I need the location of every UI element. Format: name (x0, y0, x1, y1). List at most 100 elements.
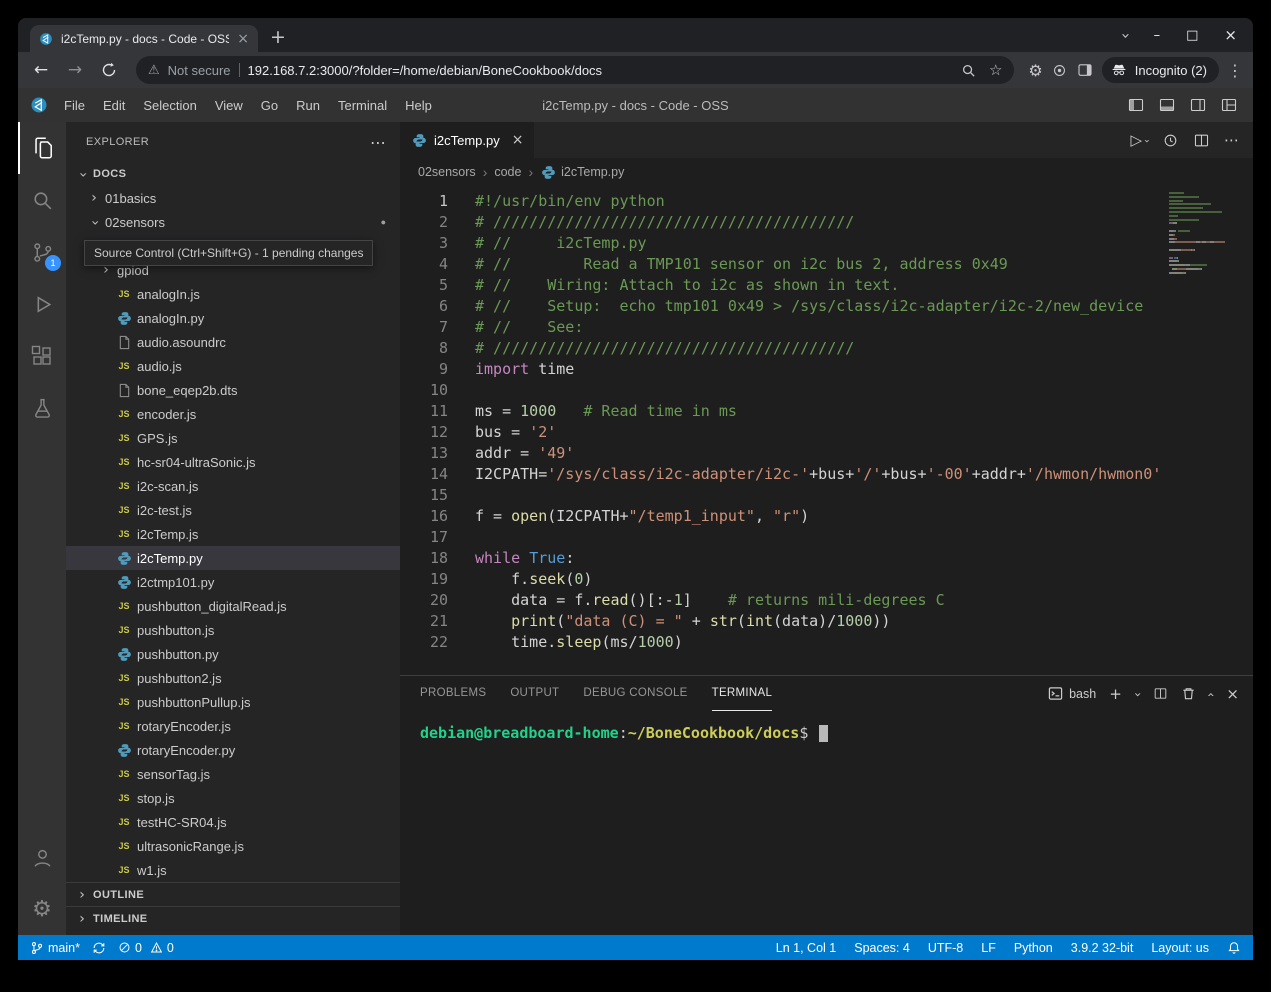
section-outline[interactable]: › OUTLINE (66, 882, 400, 906)
folder-01basics[interactable]: › 01basics (66, 186, 400, 210)
menu-run[interactable]: Run (287, 98, 329, 113)
file-rotaryencoder-py[interactable]: rotaryEncoder.py (66, 738, 400, 762)
reload-icon[interactable] (96, 62, 122, 78)
not-secure-label[interactable]: Not secure (168, 63, 231, 78)
editor-more-actions-icon[interactable]: ⋯ (1224, 131, 1239, 149)
file-i2ctemp-py[interactable]: i2cTemp.py (66, 546, 400, 570)
code-line[interactable]: ms = 1000 # Read time in ms (475, 401, 1165, 422)
minimize-icon[interactable]: – (1154, 28, 1161, 43)
file-pushbutton-py[interactable]: pushbutton.py (66, 642, 400, 666)
panel-tab-terminal[interactable]: TERMINAL (711, 676, 773, 711)
file-audio-asoundrc[interactable]: audio.asoundrc (66, 330, 400, 354)
code-line[interactable]: # // Read a TMP101 sensor on i2c bus 2, … (475, 254, 1165, 275)
close-panel-icon[interactable]: × (1226, 685, 1239, 703)
code-line[interactable]: # // i2cTemp.py (475, 233, 1165, 254)
menu-go[interactable]: Go (252, 98, 287, 113)
browser-extension-icon-2[interactable] (1051, 62, 1068, 79)
bookmark-star-icon[interactable]: ☆ (989, 61, 1002, 79)
status-language[interactable]: Python (1014, 941, 1053, 955)
activity-source-control[interactable]: 1 (18, 226, 66, 278)
side-panel-icon[interactable] (1076, 61, 1094, 79)
file-i2ctemp-js[interactable]: JS i2cTemp.js (66, 522, 400, 546)
maximize-icon[interactable]: □ (1186, 28, 1198, 43)
status-indentation[interactable]: Spaces: 4 (854, 941, 910, 955)
zoom-icon[interactable] (961, 63, 976, 78)
url-text[interactable]: 192.168.7.2:3000/?folder=/home/debian/Bo… (248, 63, 953, 78)
code-line[interactable]: # // Wiring: Attach to i2c as shown in t… (475, 275, 1165, 296)
window-close-icon[interactable]: × (1224, 26, 1237, 44)
minimap[interactable] (1165, 186, 1253, 675)
timeline-history-icon[interactable] (1162, 132, 1179, 149)
toggle-secondary-sidebar-icon[interactable] (1190, 97, 1206, 113)
kill-terminal-icon[interactable] (1181, 686, 1196, 701)
code-line[interactable]: # // See: (475, 317, 1165, 338)
terminal-shell-selector[interactable]: bash (1048, 686, 1096, 701)
file-ultrasonicrange-js[interactable]: JS ultrasonicRange.js (66, 834, 400, 858)
terminal[interactable]: debian@breadboard-home:~/BoneCookbook/do… (400, 711, 1253, 935)
menu-file[interactable]: File (55, 98, 94, 113)
incognito-badge[interactable]: Incognito (2) (1101, 57, 1219, 83)
status-keyboard-layout[interactable]: Layout: us (1151, 941, 1209, 955)
menu-terminal[interactable]: Terminal (329, 98, 396, 113)
back-icon[interactable]: ← (28, 60, 54, 80)
menu-view[interactable]: View (206, 98, 252, 113)
file-i2c-scan-js[interactable]: JS i2c-scan.js (66, 474, 400, 498)
code-line[interactable]: f = open(I2CPATH+"/temp1_input", "r") (475, 506, 1165, 527)
explorer-more-actions-icon[interactable]: ⋯ (370, 133, 386, 152)
new-tab-button[interactable]: + (270, 28, 286, 47)
file-bone-eqep2b-dts[interactable]: bone_eqep2b.dts (66, 378, 400, 402)
split-terminal-icon[interactable] (1153, 686, 1168, 701)
forward-icon[interactable]: → (62, 60, 88, 80)
toggle-panel-icon[interactable] (1159, 97, 1175, 113)
status-problems[interactable]: 0 0 (118, 941, 174, 955)
code-line[interactable] (475, 485, 1165, 506)
editor-tab-close-icon[interactable]: × (512, 132, 524, 148)
browser-tab[interactable]: i2cTemp.py - docs - Code - OSS × (30, 25, 258, 52)
editor-tab-i2ctemp-py[interactable]: i2cTemp.py × (400, 122, 535, 158)
activity-extensions[interactable] (18, 330, 66, 382)
breadcrumb-item-i2ctemp-py[interactable]: i2cTemp.py (540, 165, 624, 180)
folder-02sensors[interactable]: › 02sensors ● (66, 210, 400, 234)
file-i2ctmp101-py[interactable]: i2ctmp101.py (66, 570, 400, 594)
file-analogin-js[interactable]: JS analogIn.js (66, 282, 400, 306)
status-cursor-position[interactable]: Ln 1, Col 1 (776, 941, 836, 955)
file-stop-js[interactable]: JS stop.js (66, 786, 400, 810)
customize-layout-icon[interactable] (1221, 97, 1237, 113)
activity-search[interactable] (18, 174, 66, 226)
code-line[interactable]: I2CPATH='/sys/class/i2c-adapter/i2c-'+bu… (475, 464, 1165, 485)
maximize-panel-icon[interactable]: › (1203, 692, 1217, 697)
panel-tab-output[interactable]: OUTPUT (510, 676, 559, 711)
file-testhc-sr04-js[interactable]: JS testHC-SR04.js (66, 810, 400, 834)
code-line[interactable] (475, 380, 1165, 401)
file-pushbutton-digitalread-js[interactable]: JS pushbutton_digitalRead.js (66, 594, 400, 618)
code-line[interactable]: # //////////////////////////////////////… (475, 212, 1165, 233)
code-editor[interactable]: 1 2 3 4 5 6 7 8 9 10 11 12 13 14 15 16 17 18 19 20 21 22 #!/u… (400, 186, 1253, 675)
code-line[interactable]: time.sleep(ms/1000) (475, 632, 1165, 653)
code-line[interactable]: bus = '2' (475, 422, 1165, 443)
file-hc-sr04-ultrasonic-js[interactable]: JS hc-sr04-ultraSonic.js (66, 450, 400, 474)
file-rotaryencoder-js[interactable]: JS rotaryEncoder.js (66, 714, 400, 738)
toggle-sidebar-icon[interactable] (1128, 97, 1144, 113)
status-branch[interactable]: main* (30, 941, 80, 955)
file-pushbuttonpullup-js[interactable]: JS pushbuttonPullup.js (66, 690, 400, 714)
status-python-version[interactable]: 3.9.2 32-bit (1071, 941, 1134, 955)
file-analogin-py[interactable]: analogIn.py (66, 306, 400, 330)
code-line[interactable]: while True: (475, 548, 1165, 569)
code-line[interactable]: # //////////////////////////////////////… (475, 338, 1165, 359)
tab-close-icon[interactable]: × (237, 31, 249, 47)
code-line[interactable] (475, 527, 1165, 548)
activity-explorer[interactable] (18, 122, 66, 174)
breadcrumb-item-code[interactable]: code (494, 165, 521, 179)
split-editor-icon[interactable] (1193, 132, 1210, 149)
file-gps-js[interactable]: JS GPS.js (66, 426, 400, 450)
terminal-dropdown-icon[interactable]: › (1131, 692, 1145, 697)
code-line[interactable]: #!/usr/bin/env python (475, 191, 1165, 212)
status-encoding[interactable]: UTF-8 (928, 941, 963, 955)
menu-edit[interactable]: Edit (94, 98, 134, 113)
status-sync-button[interactable] (92, 941, 106, 955)
notifications-bell-icon[interactable] (1227, 941, 1241, 955)
run-python-file-button[interactable]: ▷ › (1130, 131, 1152, 149)
code-line[interactable]: addr = '49' (475, 443, 1165, 464)
section-timeline[interactable]: › TIMELINE (66, 906, 400, 930)
panel-tab-debug-console[interactable]: DEBUG CONSOLE (583, 676, 687, 711)
